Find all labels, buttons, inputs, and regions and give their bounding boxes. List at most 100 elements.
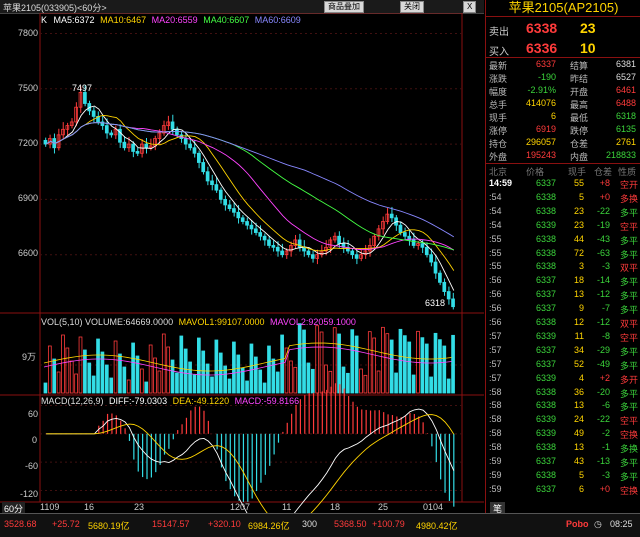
volume-bar: [442, 345, 447, 394]
tick-row[interactable]: :55 6338 3 -3 双平: [486, 261, 640, 274]
volume-bar: [429, 376, 433, 394]
volume-bar: [144, 381, 149, 394]
tick-oi-change: -22: [596, 414, 610, 425]
macd-tick: -60: [25, 461, 39, 471]
tick-price: 6337: [535, 358, 556, 369]
order-book: 卖出 6338 23 买入 6336 10: [486, 17, 640, 58]
tick-oi-change: +2: [599, 372, 610, 383]
tick-volume: 9: [578, 303, 584, 314]
tick-price: 6338: [535, 205, 556, 216]
tick-row[interactable]: :59 6337 43 -13 多平: [486, 456, 640, 469]
add-product-button[interactable]: 商品叠加: [324, 1, 364, 13]
volume-bar: [183, 348, 188, 394]
index-value: +25.72: [52, 519, 80, 529]
buy-price[interactable]: 6336: [526, 40, 557, 56]
tick-volume: 13: [573, 289, 584, 300]
tick-price: 6337: [535, 344, 556, 355]
tick-volume: 52: [573, 358, 584, 369]
tick-row[interactable]: :54 6339 23 -19 空平: [486, 220, 640, 233]
quote-label: 外盘: [489, 152, 508, 162]
tick-row[interactable]: :54 6338 5 +0 多换: [486, 192, 640, 205]
tick-row[interactable]: :55 6338 72 -63 多平: [486, 248, 640, 261]
quote-label: 开盘: [570, 87, 589, 97]
volume-bar: [205, 363, 210, 394]
tick-row[interactable]: :59 6337 6 +0 空换: [486, 484, 640, 497]
tick-volume: 24: [573, 414, 584, 425]
tick-time: :57: [489, 330, 502, 341]
status-time: 08:25: [610, 519, 633, 529]
tick-price: 6337: [535, 289, 556, 300]
date-tick: 18: [330, 502, 341, 512]
tick-volume: 3: [578, 261, 584, 272]
ma10-line: [45, 115, 455, 271]
volume-bar: [354, 335, 359, 394]
candle-body: [275, 246, 280, 252]
tick-row[interactable]: :56 6338 12 -12 双平: [486, 317, 640, 330]
quote-label: 幅度: [489, 87, 508, 97]
candle-body: [218, 189, 223, 200]
index-value: 3528.68: [4, 519, 37, 529]
tick-header-cell: 现手: [568, 167, 587, 177]
chart-title-bar: 苹果2105(033905)<60分> 商品叠加 关闭 X: [0, 0, 484, 14]
quote-label: 跌停: [570, 126, 589, 136]
volume-bar: [398, 328, 403, 394]
tick-volume: 13: [573, 442, 584, 453]
tick-row[interactable]: :58 6339 24 -22 空平: [486, 414, 640, 427]
volume-legend: VOL(5,10) VOLUME:64669.0000 MAVOL1:99107…: [41, 317, 356, 327]
date-tick: 23: [134, 502, 145, 512]
tick-row[interactable]: :57 6339 11 -8 空平: [486, 331, 640, 344]
tick-row[interactable]: :54 6338 23 -22 多平: [486, 206, 640, 219]
candle-body: [433, 261, 438, 274]
tick-volume: 11: [574, 330, 584, 341]
tick-row[interactable]: :56 6337 9 -7 多平: [486, 303, 640, 316]
sell-price[interactable]: 6338: [526, 20, 557, 36]
volume-bar: [359, 368, 363, 394]
price-tick: 6600: [18, 248, 39, 258]
diff-label: DIFF:-79.0303: [109, 396, 168, 406]
tick-nature: 空平: [619, 221, 638, 232]
tick-row[interactable]: 14:59 6337 55 +8 空开: [486, 178, 640, 191]
macd-tick: -120: [20, 489, 39, 499]
volume-bar: [210, 376, 214, 394]
volume-bar: [446, 378, 451, 394]
candle-body: [205, 171, 210, 182]
tick-volume: 43: [573, 456, 584, 466]
tick-row[interactable]: :58 6339 49 -2 空换: [486, 428, 640, 441]
tick-row[interactable]: :57 6339 4 +2 多开: [486, 373, 640, 386]
tick-row[interactable]: :56 6337 18 -14 多平: [486, 275, 640, 288]
tick-row[interactable]: :57 6337 34 -29 多平: [486, 345, 640, 358]
ma40-label: MA40:6607: [203, 15, 250, 25]
volume-bar: [161, 333, 166, 394]
tick-oi-change: -8: [601, 330, 610, 341]
date-tick: 1109: [40, 502, 60, 512]
volume-bar: [346, 372, 350, 394]
tick-volume: 34: [573, 344, 584, 355]
volume-bar: [411, 374, 416, 394]
volume-bar: [350, 329, 355, 394]
ma10-label: MA10:6467: [100, 15, 147, 25]
close-x-button[interactable]: X: [463, 1, 477, 13]
tick-row[interactable]: :58 6338 13 -6 多平: [486, 400, 640, 413]
tick-row[interactable]: :59 6338 5 -3 多平: [486, 470, 640, 483]
quote-label: 现手: [489, 113, 508, 123]
tick-row[interactable]: :58 6338 13 -1 多换: [486, 442, 640, 455]
candle-body: [438, 272, 442, 283]
volume-bar: [236, 354, 241, 394]
volume-bar: [140, 368, 144, 394]
candle-body: [306, 250, 311, 256]
tick-nature: 多平: [619, 305, 638, 316]
tick-volume: 72: [573, 247, 584, 258]
tick-row[interactable]: :57 6337 52 -49 多平: [486, 359, 640, 372]
quote-label: 涨停: [489, 126, 508, 136]
tick-nature: 多平: [619, 388, 638, 399]
quote-panel: 苹果2105(AP2105) 卖出 6338 23 买入 6336 10 最新 6…: [485, 0, 640, 515]
tick-row[interactable]: :56 6337 13 -12 多平: [486, 289, 640, 302]
close-button[interactable]: 关闭: [400, 1, 424, 13]
tick-header: 北京 价格 现手 仓差 性质: [486, 165, 640, 177]
tick-row[interactable]: :55 6338 44 -43 多平: [486, 234, 640, 247]
tick-price: 6337: [535, 483, 556, 494]
quote-value: 414076: [525, 98, 556, 108]
date-tick: 1207: [230, 502, 251, 512]
tick-row[interactable]: :58 6338 36 -20 多平: [486, 387, 640, 400]
tick-price: 6338: [535, 317, 556, 327]
